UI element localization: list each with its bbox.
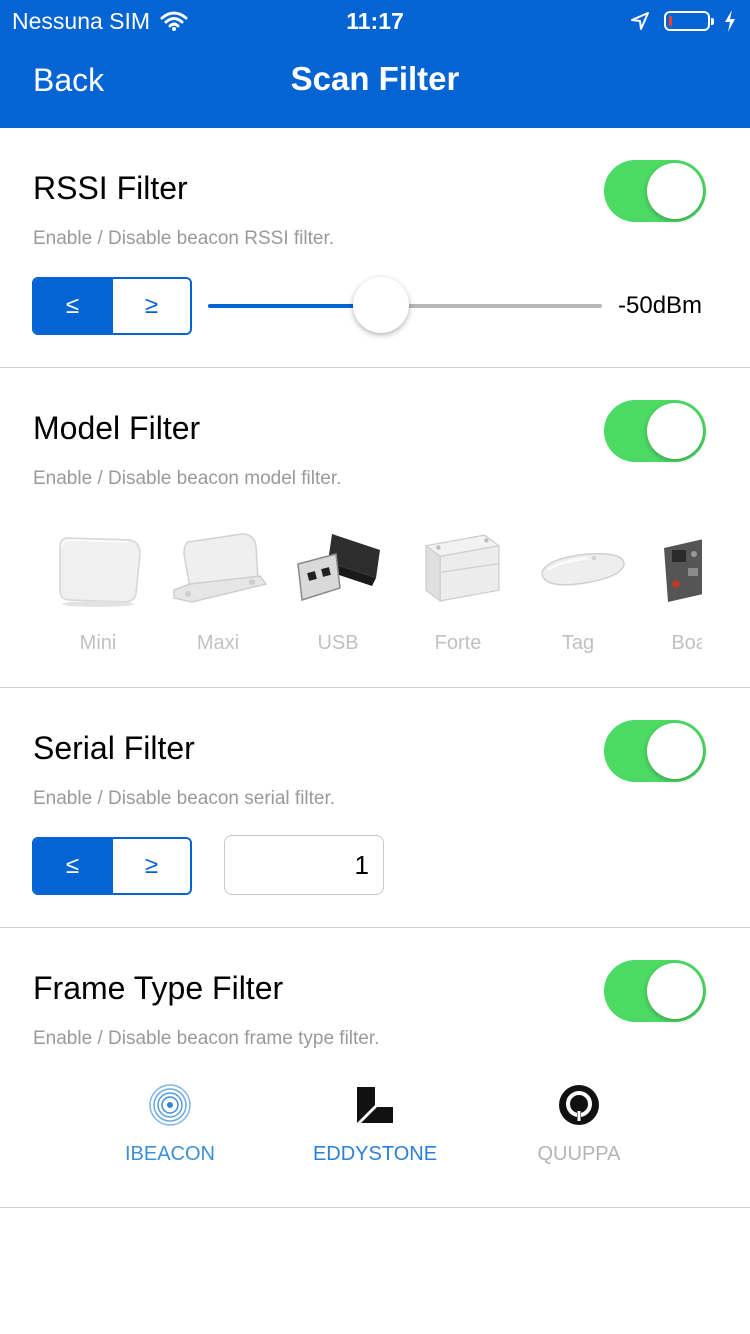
board-beacon-image — [664, 539, 702, 602]
serial-filter-title: Serial Filter — [33, 730, 195, 766]
model-item-board[interactable]: Board — [638, 520, 702, 660]
model-label: Mini — [79, 632, 117, 654]
model-filter-title: Model Filter — [33, 410, 201, 446]
model-label: USB — [317, 632, 359, 654]
frame-label: QUUPPA — [537, 1143, 621, 1165]
frame-type-filter-toggle[interactable] — [604, 960, 706, 1022]
location-arrow-icon — [631, 12, 649, 30]
serial-value-input[interactable]: 1 — [224, 835, 384, 895]
model-label: Maxi — [196, 632, 240, 654]
model-label: Board — [671, 632, 702, 654]
model-filter-toggle[interactable] — [604, 400, 706, 462]
rssi-less-equal-option[interactable]: ≤ — [34, 279, 111, 333]
model-carousel[interactable]: Mini Maxi USB Forte Tag Boa — [38, 520, 702, 670]
ibeacon-icon — [149, 1084, 191, 1126]
maxi-beacon-image — [173, 533, 268, 603]
frame-option-eddystone[interactable]: EDDYSTONE — [295, 1083, 455, 1183]
mini-beacon-image — [59, 537, 141, 607]
rssi-slider[interactable] — [208, 277, 602, 333]
rssi-filter-title: RSSI Filter — [33, 170, 188, 206]
rssi-filter-subtitle: Enable / Disable beacon RSSI filter. — [33, 228, 335, 249]
serial-less-equal-option[interactable]: ≤ — [34, 839, 111, 893]
usb-beacon-image — [297, 534, 380, 601]
status-bar-right — [630, 6, 736, 36]
rssi-operator-segmented-control: ≤ ≥ — [32, 277, 192, 335]
toggle-knob — [647, 723, 703, 779]
toggle-knob — [647, 403, 703, 459]
rssi-greater-equal-option[interactable]: ≥ — [111, 279, 190, 333]
tag-beacon-image — [541, 552, 625, 586]
forte-beacon-image — [424, 534, 501, 603]
toggle-knob — [647, 963, 703, 1019]
serial-operator-segmented-control: ≤ ≥ — [32, 837, 192, 895]
model-item-mini[interactable]: Mini — [38, 520, 158, 660]
frame-option-ibeacon[interactable]: IBEACON — [90, 1083, 250, 1183]
quuppa-icon — [559, 1085, 599, 1125]
frame-label: IBEACON — [124, 1143, 216, 1165]
model-item-tag[interactable]: Tag — [518, 520, 638, 660]
model-item-maxi[interactable]: Maxi — [158, 520, 278, 660]
model-label: Tag — [561, 632, 595, 654]
charging-bolt-icon — [725, 10, 735, 32]
model-filter-subtitle: Enable / Disable beacon model filter. — [33, 468, 342, 489]
serial-filter-subtitle: Enable / Disable beacon serial filter. — [33, 788, 336, 809]
battery-icon — [664, 11, 714, 31]
rssi-slider-thumb[interactable] — [353, 277, 410, 333]
model-item-forte[interactable]: Forte — [398, 520, 518, 660]
frame-option-quuppa[interactable]: QUUPPA — [499, 1083, 659, 1183]
model-item-usb[interactable]: USB — [278, 520, 398, 660]
frame-type-filter-subtitle: Enable / Disable beacon frame type filte… — [33, 1028, 380, 1049]
serial-greater-equal-option[interactable]: ≥ — [111, 839, 190, 893]
model-label: Forte — [434, 632, 482, 654]
toggle-knob — [647, 163, 703, 219]
eddystone-icon — [357, 1087, 393, 1123]
page-title: Scan Filter — [290, 60, 460, 97]
navigation-bar: Nessuna SIM 11:17 Back Scan Filter — [0, 0, 750, 128]
rssi-value-label: -50dBm — [618, 292, 703, 319]
serial-filter-toggle[interactable] — [604, 720, 706, 782]
frame-label: EDDYSTONE — [312, 1143, 438, 1165]
frame-type-filter-title: Frame Type Filter — [33, 970, 284, 1006]
rssi-filter-toggle[interactable] — [604, 160, 706, 222]
